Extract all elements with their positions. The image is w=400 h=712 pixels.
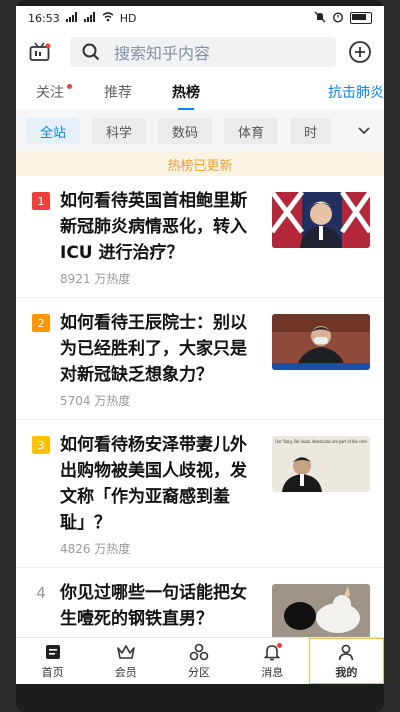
tab-recommend-label: 推荐 [104,85,132,101]
battery-icon [350,12,372,24]
rank-badge: 2 [32,314,50,332]
chevron-down-icon[interactable] [344,110,384,152]
unread-dot [67,84,72,89]
person-icon [337,643,355,664]
item-title[interactable]: 如何看待杨安泽带妻儿外出购物被美国人歧视，发文称「作为亚裔感到羞耻」？ [60,432,260,536]
tab-home[interactable]: 首页 [16,638,89,684]
tab-vip-label: 会员 [114,665,137,679]
list-item[interactable]: 2 如何看待王辰院士：别以为已经胜利了，大家只是对新冠缺乏想象力？ 5704 万… [16,298,384,420]
list-item[interactable]: 1 如何看待英国首相鲍里斯新冠肺炎病情恶化，转入 ICU 进行治疗？ 8921 … [16,176,384,298]
tab-fight-pneumonia[interactable]: 抗击肺炎 [328,82,384,102]
crown-icon [116,643,136,664]
item-title[interactable]: 如何看待王辰院士：别以为已经胜利了，大家只是对新冠缺乏想象力？ [60,310,260,388]
bottom-tab-bar: 首页 会员 分区 消息 我的 [16,637,384,684]
top-header: 搜索知乎内容 [16,30,384,74]
signal-icon-2 [83,11,96,25]
tab-follow-label: 关注 [36,85,64,101]
item-heat: 5704 万热度 [60,394,131,408]
item-content: 你见过哪些一句话能把女生噎死的钢铁直男？ [60,580,260,640]
rank-badge: 4 [36,584,46,602]
mute-icon [314,11,326,26]
status-right [314,11,372,26]
hot-updated-notice: 热榜已更新 [16,152,384,176]
chip-all[interactable]: 全站 [26,118,81,144]
tab-home-label: 首页 [41,665,64,679]
item-thumbnail [272,584,370,640]
tab-messages-label: 消息 [261,665,284,679]
status-time: 16:53 [28,11,60,25]
tab-hot-label: 热榜 [172,85,200,101]
tab-recommend[interactable]: 推荐 [104,82,132,102]
tab-follow[interactable]: 关注 [36,82,72,102]
item-content: 如何看待英国首相鲍里斯新冠肺炎病情恶化，转入 ICU 进行治疗？ 8921 万热… [60,188,260,287]
item-title[interactable]: 你见过哪些一句话能把女生噎死的钢铁直男？ [60,580,260,632]
signal-icon [65,11,78,25]
add-icon[interactable] [346,38,374,66]
item-thumbnail [272,314,370,370]
tab-me-label: 我的 [335,665,358,679]
thumb-caption: Our Yang: We Asian Americans are part of… [275,439,367,445]
search-box[interactable]: 搜索知乎内容 [70,37,336,67]
alarm-icon [332,11,344,26]
item-content: 如何看待杨安泽带妻儿外出购物被美国人歧视，发文称「作为亚裔感到羞耻」？ 4826… [60,432,260,557]
chip-sports[interactable]: 体育 [224,118,279,144]
item-heat: 8921 万热度 [60,272,131,286]
tab-me[interactable]: 我的 [308,638,384,684]
status-bar: 16:53 HD [16,6,384,30]
zones-icon [189,643,209,664]
tab-zones[interactable]: 分区 [162,638,235,684]
tab-messages[interactable]: 消息 [236,638,309,684]
item-title[interactable]: 如何看待英国首相鲍里斯新冠肺炎病情恶化，转入 ICU 进行治疗？ [60,188,260,266]
chip-digital[interactable]: 数码 [158,118,213,144]
item-thumbnail [272,192,370,248]
status-left: 16:53 HD [28,11,137,25]
rank-badge: 3 [32,436,50,454]
unread-dot [277,643,283,648]
item-content: 如何看待王辰院士：别以为已经胜利了，大家只是对新冠缺乏想象力？ 5704 万热度 [60,310,260,409]
tab-vip[interactable]: 会员 [89,638,162,684]
list-item[interactable]: 3 如何看待杨安泽带妻儿外出购物被美国人歧视，发文称「作为亚裔感到羞耻」？ 48… [16,420,384,568]
search-icon [82,43,100,61]
phone-frame: 16:53 HD 搜索知乎内容 关注 推荐 热榜 抗击肺炎 全站 科学 数码 体… [16,0,384,712]
chip-science[interactable]: 科学 [92,118,147,144]
home-icon [44,643,62,664]
item-thumbnail: Our Yang: We Asian Americans are part of… [272,436,370,492]
category-chips: 全站 科学 数码 体育 时 [16,110,384,152]
tab-zones-label: 分区 [188,665,210,679]
hot-list: 1 如何看待英国首相鲍里斯新冠肺炎病情恶化，转入 ICU 进行治疗？ 8921 … [16,176,384,651]
top-tabs: 关注 推荐 热榜 抗击肺炎 [16,74,384,110]
screen: 16:53 HD 搜索知乎内容 关注 推荐 热榜 抗击肺炎 全站 科学 数码 体… [16,6,384,684]
item-heat: 4826 万热度 [60,542,131,556]
chip-fashion[interactable]: 时 [290,118,332,144]
search-placeholder: 搜索知乎内容 [114,44,211,63]
wifi-icon [102,11,114,25]
live-icon[interactable] [26,38,54,66]
network-label: HD [119,11,137,25]
notice-text: 热榜已更新 [167,158,233,174]
tab-hot[interactable]: 热榜 [172,82,200,110]
rank-badge: 1 [32,192,50,210]
